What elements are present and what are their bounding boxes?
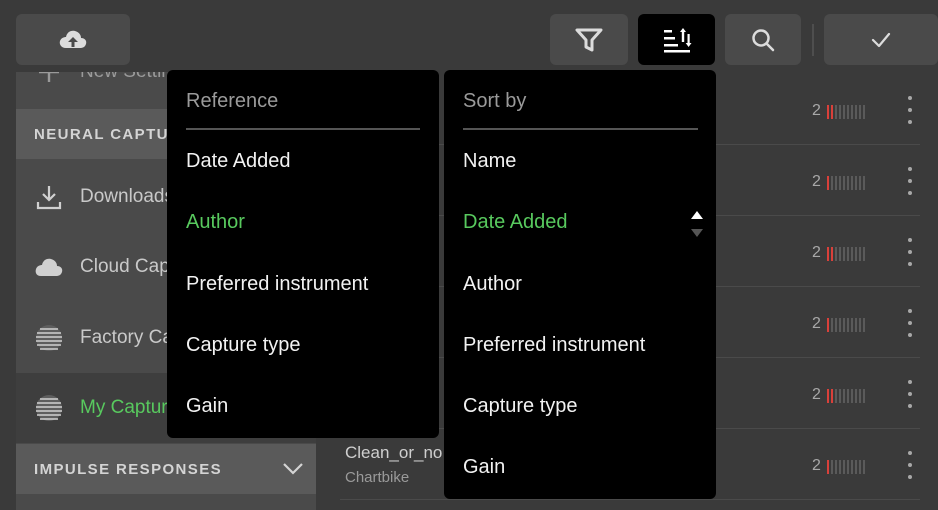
reference-option[interactable]: Gain [186,395,228,418]
checkmark-icon [871,32,891,47]
chevron-down-icon [283,463,303,475]
list-item-value: 2 [812,315,821,332]
reference-option[interactable]: Date Added [186,150,291,173]
list-item-value: 2 [812,173,821,190]
divider [186,128,420,130]
download-icon [34,182,64,212]
search-button[interactable] [725,14,801,65]
toolbar-divider [812,24,814,56]
capture-sphere-icon [34,323,64,353]
sort-button[interactable] [638,14,715,65]
list-item-value: 2 [812,102,821,119]
level-meter [827,247,865,261]
sort-option[interactable]: Preferred instrument [463,334,645,357]
sort-option[interactable]: Capture type [463,395,578,418]
reference-menu-heading: Reference [186,90,279,112]
list-item-value: 2 [812,244,821,261]
sort-menu: Sort by Name Date Added Author Preferred… [444,70,716,499]
cloud-upload-icon [59,30,87,48]
list-item-value: 2 [812,457,821,474]
more-options-icon[interactable] [900,380,920,408]
cloud-icon [34,252,64,282]
list-item-title: Clean_or_no [345,443,443,462]
capture-sphere-icon [34,393,64,423]
sort-option[interactable]: Name [463,150,516,173]
more-options-icon[interactable] [900,238,920,266]
section-header-impulse-responses[interactable]: IMPULSE RESPONSES [16,444,316,494]
reference-option[interactable]: Capture type [186,334,301,357]
confirm-button[interactable] [824,14,938,65]
level-meter [827,460,865,474]
reference-option-selected[interactable]: Author [186,211,245,234]
toolbar [0,0,938,72]
sort-icon [663,27,691,52]
level-meter [827,389,865,403]
search-icon [752,28,775,51]
filter-icon [575,28,603,51]
more-options-icon[interactable] [900,167,920,195]
reference-menu: Reference Date Added Author Preferred in… [167,70,439,438]
add-icon [34,72,64,87]
sort-option[interactable]: Author [463,273,522,296]
list-item-value: 2 [812,386,821,403]
level-meter [827,105,865,119]
sidebar-item-label: Downloads [80,186,174,207]
more-options-icon[interactable] [900,451,920,479]
filter-button[interactable] [550,14,628,65]
level-meter [827,318,865,332]
reference-option[interactable]: Preferred instrument [186,273,368,296]
sort-menu-heading: Sort by [463,90,527,112]
sort-option-selected[interactable]: Date Added [463,211,568,234]
divider [463,128,698,130]
sort-direction-icon[interactable] [690,208,704,240]
more-options-icon[interactable] [900,309,920,337]
section-header-label: IMPULSE RESPONSES [34,460,223,478]
sort-option[interactable]: Gain [463,456,505,479]
level-meter [827,176,865,190]
upload-button[interactable] [16,14,130,65]
list-item-subtitle: Chartbike [345,469,410,486]
more-options-icon[interactable] [900,96,920,124]
